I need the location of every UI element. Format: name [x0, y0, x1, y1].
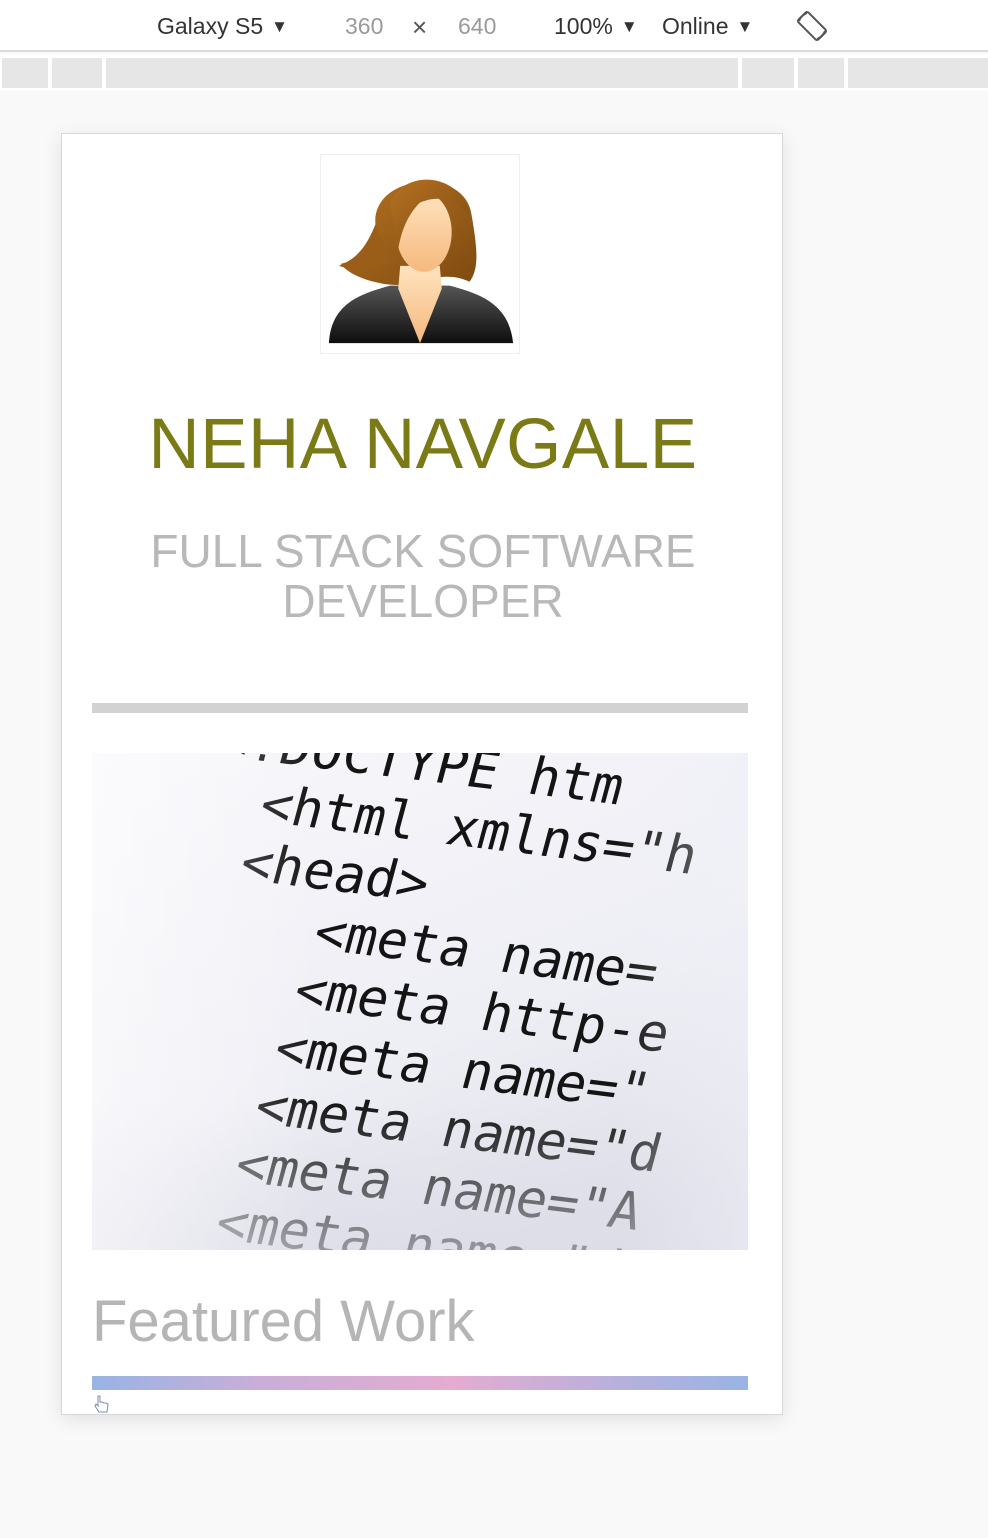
device-select-label: Galaxy S5: [157, 13, 264, 39]
profile-name: NEHA NAVGALE: [148, 405, 698, 484]
device-toolbar: Galaxy S5 ▼ 360 × 640 100% ▼ Online ▼: [0, 0, 988, 52]
network-select[interactable]: Online ▼: [662, 10, 753, 42]
device-select[interactable]: Galaxy S5 ▼: [157, 10, 288, 42]
zoom-select[interactable]: 100% ▼: [554, 10, 638, 42]
zoom-select-label: 100%: [554, 13, 613, 39]
profile-avatar: [320, 154, 520, 354]
media-query-segment[interactable]: [2, 58, 48, 88]
media-query-segment[interactable]: [848, 58, 988, 88]
chevron-down-icon: ▼: [736, 17, 754, 36]
media-query-segment[interactable]: [52, 58, 102, 88]
chevron-down-icon: ▼: [620, 17, 638, 36]
height-input[interactable]: 640: [458, 10, 496, 42]
code-screenshot-image: <!DOCTYPE htm <html xmlns="h <head> <met…: [92, 753, 748, 1250]
profile-role: FULL STACK SOFTWARE DEVELOPER: [150, 525, 696, 627]
times-icon: ×: [412, 12, 428, 42]
media-query-segment[interactable]: [798, 58, 844, 88]
rotate-icon[interactable]: [794, 8, 830, 44]
media-query-bar: [0, 54, 988, 90]
image-fade: [92, 753, 748, 1250]
media-query-segment[interactable]: [106, 58, 738, 88]
network-select-label: Online: [662, 13, 729, 39]
featured-gradient-bar: [92, 1376, 748, 1390]
device-viewport: NEHA NAVGALE FULL STACK SOFTWARE DEVELOP…: [61, 133, 783, 1415]
width-input[interactable]: 360: [345, 10, 383, 42]
media-query-segment[interactable]: [742, 58, 794, 88]
featured-work-heading: Featured Work: [92, 1289, 475, 1354]
hand-cursor-icon: [94, 1395, 109, 1413]
chevron-down-icon: ▼: [271, 17, 288, 36]
section-divider: [92, 703, 748, 713]
